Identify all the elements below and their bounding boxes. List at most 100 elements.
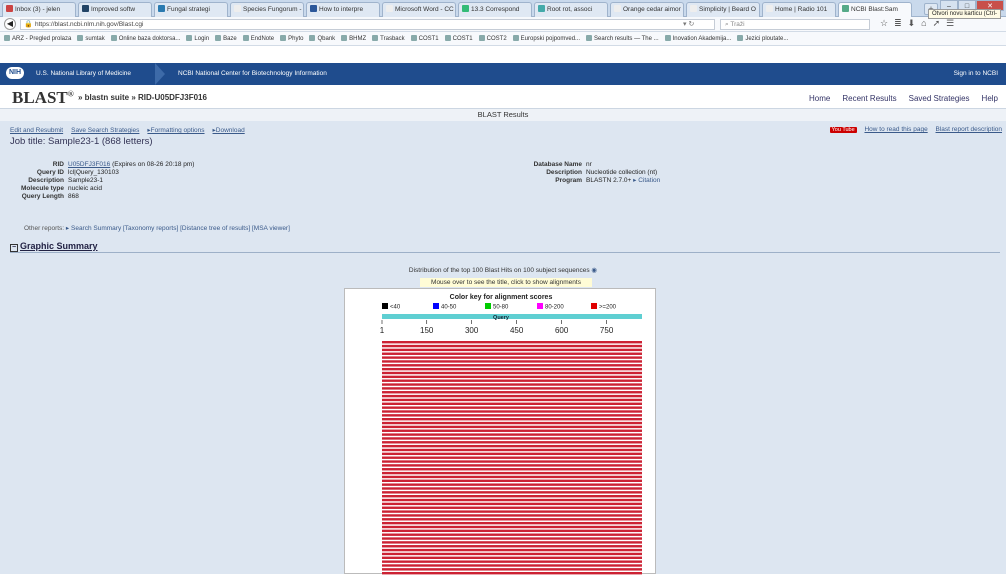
help-icon[interactable]: ◉ [591, 267, 597, 274]
nav-link[interactable]: Recent Results [842, 94, 896, 103]
hit-bar [382, 460, 642, 463]
browser-tab[interactable]: Species Fungorum - [230, 2, 304, 17]
color-key-swatch [591, 303, 597, 309]
color-key-swatch [537, 303, 543, 309]
bookmark-item[interactable]: Baze [215, 35, 237, 42]
bookmark-label: BHMZ [349, 36, 367, 42]
bookmark-item[interactable]: Jezici ploutate... [737, 35, 789, 42]
favicon-icon [614, 5, 621, 12]
nlm-link[interactable]: U.S. National Library of Medicine [36, 70, 131, 77]
home-icon[interactable]: ⌂ [921, 18, 932, 28]
bookmark-label: Jezici ploutate... [745, 36, 789, 42]
bookmark-item[interactable]: Inovation Akademija... [664, 35, 732, 42]
bookmark-icon [586, 35, 593, 41]
tab-label: How to interpre [319, 6, 364, 13]
bookmark-item[interactable]: BHMZ [341, 35, 367, 42]
info-value[interactable]: U05DFJ3F016 [68, 161, 110, 168]
other-reports-links[interactable]: ▸ Search Summary [Taxonomy reports] [Dis… [66, 225, 290, 232]
back-arrow-icon[interactable]: ◀ [4, 18, 16, 30]
bookmark-label: COST1 [418, 36, 439, 42]
bookmark-icon [341, 35, 348, 41]
bookmark-item[interactable]: sumtak [77, 35, 105, 42]
action-link[interactable]: Save Search Strategies [71, 127, 139, 134]
hit-bar [382, 568, 642, 571]
tab-label: Fungal strategi [167, 6, 210, 13]
bookmark-item[interactable]: Qbank [309, 35, 335, 42]
hit-bar [382, 444, 642, 448]
browser-tab[interactable]: Microsoft Word - CC [382, 2, 456, 17]
hit-bar [382, 564, 642, 567]
graphic-summary-toggle[interactable]: − Graphic Summary [10, 241, 98, 252]
ncbi-link[interactable]: NCBI National Center for Biotechnology I… [178, 70, 327, 77]
browser-tab[interactable]: Root rot, associ [534, 2, 608, 17]
nav-link[interactable]: Home [809, 94, 830, 103]
info-key: Database Name [533, 161, 582, 168]
report-description-link[interactable]: Blast report description [936, 126, 1002, 133]
blast-header: BLAST® » blastn suite » RID-U05DFJ3F016 … [0, 85, 1006, 109]
bookmark-item[interactable]: Phyto [280, 35, 303, 42]
navigation-bar: ◀ 🔒 https://blast.ncbi.nlm.nih.gov/Blast… [0, 17, 1006, 32]
bookmark-item[interactable]: ARZ - Pregled prolaza [4, 35, 71, 42]
bookmarks-icon[interactable]: ≣ [894, 18, 908, 28]
sign-in-link[interactable]: Sign in to NCBI [954, 70, 998, 77]
color-key-swatch [485, 303, 491, 309]
bookmark-item[interactable]: Search results — The ... [586, 35, 659, 42]
bookmark-item[interactable]: EndNote [242, 35, 274, 42]
bookmark-icon [186, 35, 193, 41]
nih-logo[interactable]: NIH [6, 67, 24, 79]
share-icon[interactable]: ➚ [933, 18, 947, 28]
hit-bar [382, 452, 642, 456]
browser-tab[interactable]: Orange cedar aimor [610, 2, 684, 17]
hit-bar [382, 391, 642, 394]
bookmark-item[interactable]: COST2 [478, 35, 507, 42]
browser-tab[interactable]: Fungal strategi [154, 2, 228, 17]
bookmark-icon [242, 35, 249, 41]
bookmark-item[interactable]: COST1 [444, 35, 473, 42]
tab-label: Simplicity | Beard O [699, 6, 756, 13]
reload-icon[interactable]: ▾ ↻ [683, 20, 694, 30]
browser-tab[interactable]: Inbox (3) - jelen [2, 2, 76, 17]
axis-tick-label: 300 [465, 326, 479, 335]
tab-strip: Inbox (3) - jelen Improved softw Fungal st… [0, 0, 1006, 17]
hit-bar [382, 506, 642, 509]
bookmark-label: Inovation Akademija... [672, 36, 732, 42]
bookmark-item[interactable]: Login [186, 35, 209, 42]
star-icon[interactable]: ☆ [880, 18, 894, 28]
favicon-icon [310, 5, 317, 12]
bookmark-label: Online baza doktorsa... [118, 36, 181, 42]
color-key-label: >=200 [599, 305, 617, 311]
action-link[interactable]: ▸Download [213, 127, 245, 134]
action-link[interactable]: ▸Formatting options [147, 127, 204, 134]
bookmark-item[interactable]: Trasback [372, 35, 405, 42]
search-input[interactable]: ⌕ Traži [720, 19, 870, 30]
nav-link[interactable]: Saved Strategies [909, 94, 970, 103]
browser-tab[interactable]: 13.3 Correspond [458, 2, 532, 17]
nav-link[interactable]: Help [982, 94, 998, 103]
menu-icon[interactable]: ☰ [946, 18, 960, 28]
bookmark-item[interactable]: Online baza doktorsa... [110, 35, 181, 42]
browser-tab[interactable]: How to interpre [306, 2, 380, 17]
distribution-caption: Distribution of the top 100 Blast Hits o… [0, 266, 1006, 274]
browser-tab[interactable]: Simplicity | Beard O [686, 2, 760, 17]
how-to-read-link[interactable]: How to read this page [864, 126, 927, 133]
bookmark-item[interactable]: Europski pojpomved... [512, 35, 580, 42]
info-value: lcl|Query_130103 [68, 169, 119, 176]
hit-bar [382, 394, 642, 398]
axis-tick-label: 600 [555, 326, 569, 335]
download-icon[interactable]: ⬇ [908, 18, 922, 28]
info-extra[interactable]: ▸ Citation [631, 177, 660, 184]
hit-bar [382, 475, 642, 479]
collapse-icon[interactable]: − [10, 244, 18, 252]
browser-tab[interactable]: NCBI Blast:Sam [838, 2, 912, 17]
youtube-icon[interactable]: You Tube [829, 127, 857, 133]
bookmark-item[interactable]: COST1 [410, 35, 439, 42]
browser-tab[interactable]: Improved softw [78, 2, 152, 17]
url-input[interactable]: 🔒 https://blast.ncbi.nlm.nih.gov/Blast.c… [20, 19, 715, 30]
action-link[interactable]: Edit and Resubmit [10, 127, 63, 134]
browser-tab[interactable]: Home | Radio 101 [762, 2, 836, 17]
blast-logo[interactable]: BLAST® [12, 88, 74, 108]
color-key-label: <40 [390, 305, 401, 311]
hits-chart[interactable]: Color key for alignment scores <40 40-50 50… [345, 289, 657, 575]
hit-bar [382, 556, 642, 559]
bookmark-icon [512, 35, 519, 41]
